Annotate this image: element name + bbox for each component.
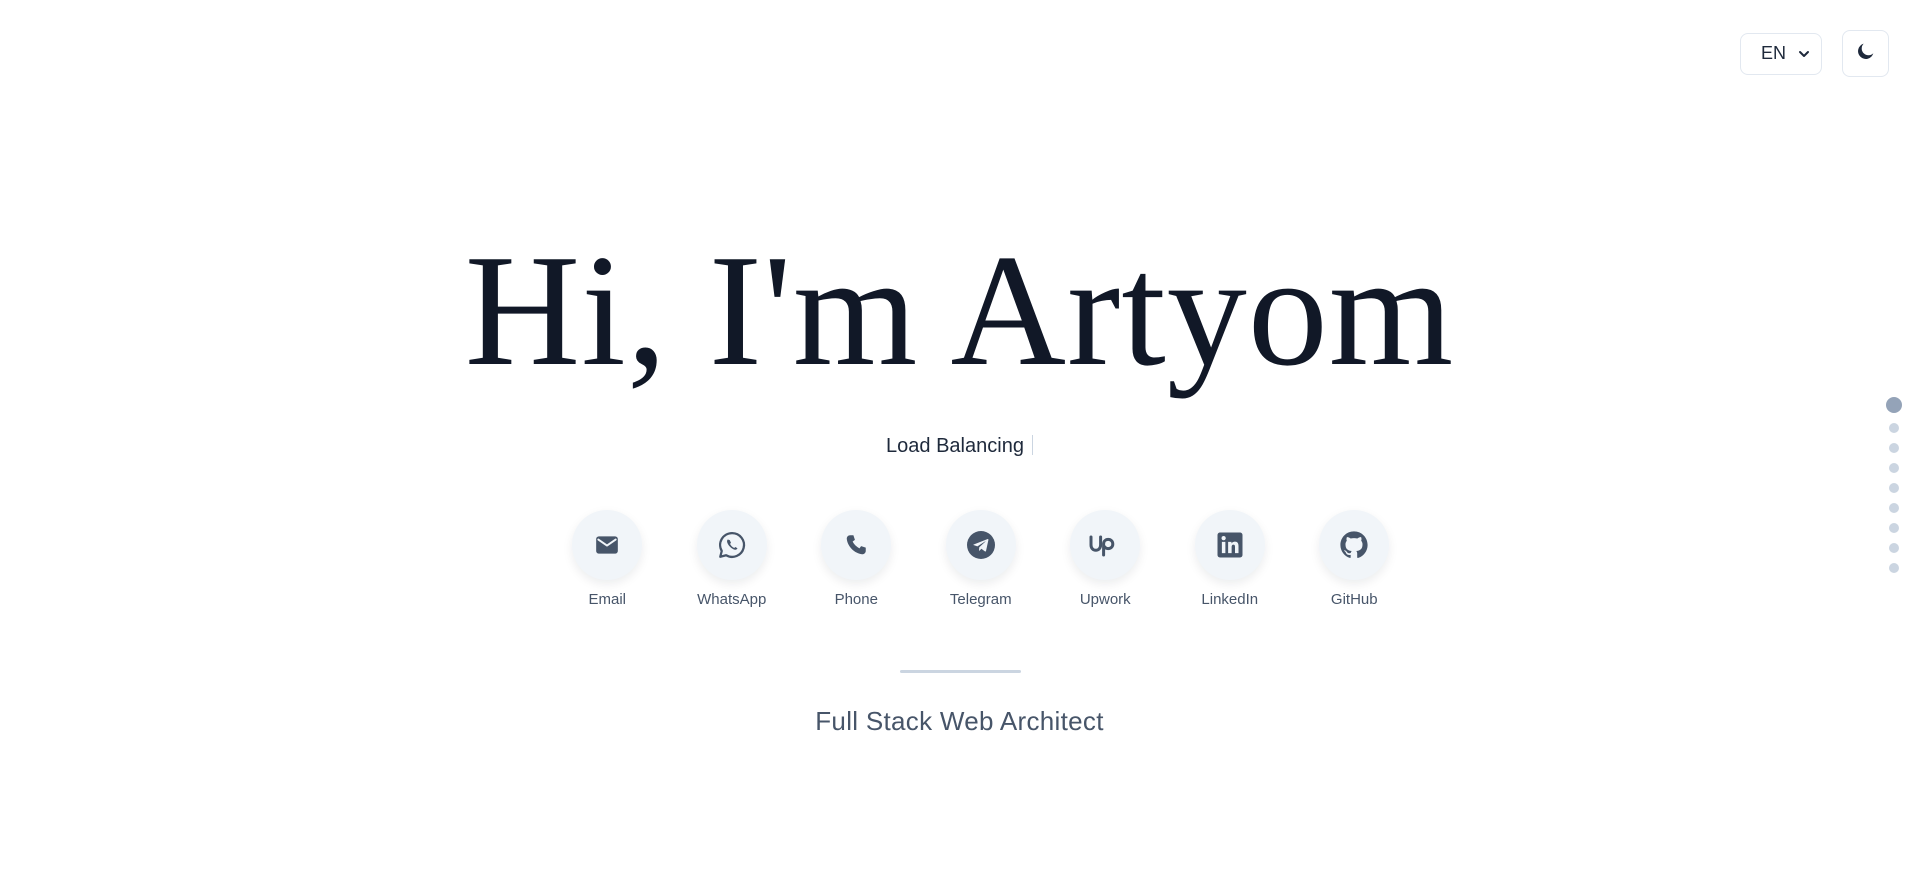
- social-label: WhatsApp: [697, 591, 767, 608]
- email-icon: [572, 510, 643, 580]
- section-dot[interactable]: [1889, 443, 1899, 453]
- social-linkedin[interactable]: LinkedIn: [1168, 510, 1293, 608]
- social-github[interactable]: GitHub: [1292, 510, 1417, 608]
- social-email[interactable]: Email: [545, 510, 670, 608]
- typing-word: Load Balancing: [886, 435, 1024, 457]
- social-label: GitHub: [1330, 591, 1378, 608]
- social-telegram[interactable]: Telegram: [919, 510, 1044, 608]
- divider: [900, 670, 1021, 673]
- telegram-icon: [945, 510, 1016, 580]
- social-label: Email: [588, 591, 626, 608]
- phone-icon: [821, 510, 892, 580]
- hero-subtitle: Full Stack Web Architect: [815, 706, 1104, 736]
- header-controls: EN: [1740, 30, 1889, 77]
- section-dot[interactable]: [1889, 503, 1899, 513]
- whatsapp-icon: [696, 510, 767, 580]
- section-dot[interactable]: [1886, 397, 1902, 413]
- linkedin-icon: [1194, 510, 1265, 580]
- social-phone[interactable]: Phone: [794, 510, 919, 608]
- typing-text: Load Balancing: [0, 432, 1919, 460]
- language-value: EN: [1761, 43, 1787, 63]
- social-whatsapp[interactable]: WhatsApp: [670, 510, 795, 608]
- section-dot[interactable]: [1889, 523, 1899, 533]
- social-links: Email WhatsApp Phone Telegram Upwork Lin…: [545, 510, 1417, 608]
- typing-cursor: [1031, 435, 1033, 455]
- social-upwork[interactable]: Upwork: [1043, 510, 1168, 608]
- language-select[interactable]: EN: [1740, 32, 1822, 75]
- github-icon: [1319, 510, 1390, 580]
- section-dot[interactable]: [1889, 463, 1899, 473]
- theme-toggle-button[interactable]: [1842, 30, 1889, 77]
- chevron-down-icon: [1797, 47, 1811, 61]
- upwork-icon: [1070, 510, 1141, 580]
- social-label: Phone: [834, 591, 878, 608]
- section-dot[interactable]: [1889, 563, 1899, 573]
- section-nav: [1886, 397, 1902, 573]
- section-dot[interactable]: [1889, 543, 1899, 553]
- social-label: LinkedIn: [1201, 591, 1259, 608]
- hero-title: Hi, I'm Artyom: [464, 221, 1455, 399]
- moon-icon: [1855, 40, 1877, 67]
- social-label: Telegram: [949, 591, 1012, 608]
- section-dot[interactable]: [1889, 423, 1899, 433]
- section-dot[interactable]: [1889, 483, 1899, 493]
- social-label: Upwork: [1079, 591, 1131, 608]
